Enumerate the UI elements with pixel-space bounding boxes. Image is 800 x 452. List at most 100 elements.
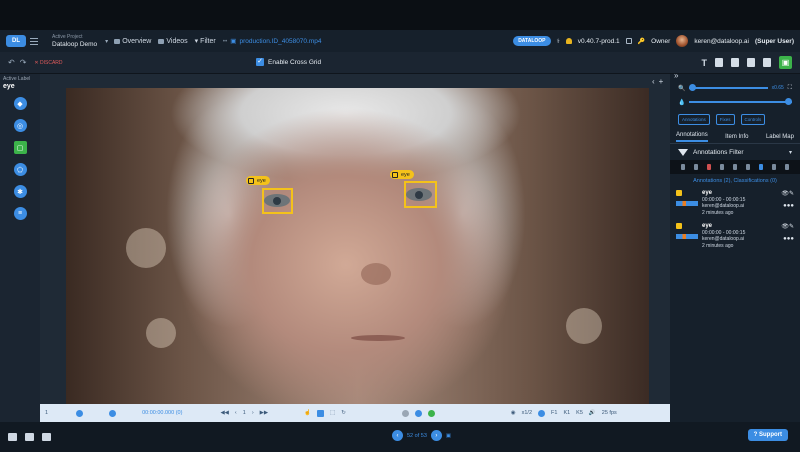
list-tool-icon[interactable]: ≡: [13, 207, 27, 220]
key-f1[interactable]: F1: [551, 410, 557, 416]
chevron-down-icon[interactable]: ▾: [105, 38, 108, 45]
upload-icon[interactable]: [763, 58, 771, 67]
chevron-down-icon[interactable]: ▾: [789, 149, 792, 156]
list-item[interactable]: eye 00:00:00 - 00:00:15 keren@dataloop.a…: [670, 221, 800, 251]
apps-icon[interactable]: [25, 433, 34, 441]
hand-icon[interactable]: ☝: [304, 410, 311, 416]
dataloop-logo[interactable]: DL: [6, 35, 26, 47]
discard-button[interactable]: ✕ DISCARD: [34, 60, 62, 66]
status-icon[interactable]: ●●●: [783, 236, 794, 242]
trash-icon[interactable]: [706, 164, 711, 170]
text-icon[interactable]: T: [702, 58, 708, 68]
annotation-tag-left[interactable]: eye: [246, 176, 270, 185]
bell-icon[interactable]: [565, 38, 572, 44]
cloud-icon[interactable]: [759, 164, 764, 170]
fullscreen-icon[interactable]: ⛶: [788, 85, 792, 92]
stethoscope-icon[interactable]: ⚕: [557, 38, 560, 45]
eye-icon[interactable]: 👁✎: [781, 223, 794, 230]
polygon-tool-icon[interactable]: ⬠: [13, 163, 27, 176]
box-tool-icon[interactable]: ▢: [13, 141, 27, 154]
cross-grid-checkbox[interactable]: ✓: [256, 58, 264, 66]
next-page-button[interactable]: ›: [430, 430, 442, 441]
step-forward-icon[interactable]: ›: [252, 410, 254, 416]
undo-icon[interactable]: ↶: [8, 58, 15, 67]
pen-icon[interactable]: [693, 164, 698, 170]
annotation-box-eye-left[interactable]: [262, 188, 293, 214]
pause-icon[interactable]: [414, 409, 422, 417]
eye-off-icon[interactable]: [785, 164, 790, 170]
key-k5[interactable]: K5: [576, 410, 583, 416]
list-icon[interactable]: [772, 164, 777, 170]
opacity-track[interactable]: [689, 98, 792, 105]
cross-grid-toggle[interactable]: ✓ Enable Cross Grid: [256, 58, 321, 66]
zoom-slider[interactable]: 🔍 x0.65 ⛶: [670, 81, 800, 95]
diamond-icon[interactable]: [401, 409, 409, 417]
opacity-value: x0.65: [771, 85, 784, 91]
redo-icon[interactable]: ↻: [341, 410, 346, 416]
tab-item-info[interactable]: Item Info: [725, 134, 748, 140]
copy-icon[interactable]: [747, 58, 755, 67]
menu-icon[interactable]: [30, 37, 38, 45]
branch-icon[interactable]: [746, 164, 751, 170]
avatar[interactable]: [676, 35, 689, 47]
annotation-box-eye-right[interactable]: [404, 181, 437, 208]
previous-arrow-icon[interactable]: ‹: [652, 77, 655, 86]
video-frame[interactable]: eye eye: [66, 88, 649, 404]
keyframe-icon[interactable]: [538, 409, 546, 417]
zoom-track[interactable]: [689, 84, 768, 91]
opacity-slider[interactable]: 💧: [670, 95, 800, 109]
marker-icon[interactable]: [76, 409, 84, 417]
annotation-mini-icons: [676, 201, 698, 206]
support-button[interactable]: ? Support: [747, 429, 788, 441]
link-icon[interactable]: [680, 164, 685, 170]
org-badge[interactable]: DATALOOP: [513, 36, 551, 46]
expand-icon[interactable]: »: [670, 72, 800, 80]
breadcrumb[interactable]: •• ▣ production.ID_4058070.mp4: [223, 37, 322, 46]
stop-icon[interactable]: [316, 409, 324, 417]
opacity-knob[interactable]: [785, 98, 792, 105]
tab-label-map[interactable]: Label Map: [766, 134, 794, 140]
active-label-value[interactable]: eye: [3, 83, 37, 90]
zoom-knob[interactable]: [689, 84, 697, 91]
nav-overview[interactable]: Overview: [114, 38, 151, 45]
cursor-icon[interactable]: ⬚: [330, 410, 335, 416]
fast-forward-icon[interactable]: ▶▶: [260, 410, 268, 416]
status-icon[interactable]: ●●●: [783, 203, 794, 209]
play-icon[interactable]: [427, 409, 435, 417]
annotations-toggle[interactable]: Annotations: [678, 114, 710, 125]
project-selector[interactable]: Active Project Dataloop Demo: [52, 34, 97, 48]
rewind-icon[interactable]: ◀◀: [220, 410, 228, 416]
key-k1[interactable]: K1: [563, 410, 570, 416]
controls-toggle[interactable]: Controls: [740, 114, 766, 125]
fixes-toggle[interactable]: Fixes: [715, 114, 735, 125]
volume-icon[interactable]: 🔊: [589, 410, 596, 416]
save-button[interactable]: ▣: [779, 56, 792, 69]
list-item[interactable]: eye 00:00:00 - 00:00:15 keren@dataloop.a…: [670, 188, 800, 218]
check-icon[interactable]: [732, 164, 737, 170]
tag-tool-icon[interactable]: ◆: [13, 97, 27, 110]
redo-icon[interactable]: ↷: [20, 58, 27, 67]
nav-filter[interactable]: ▾ Filter: [195, 37, 216, 46]
eye-icon[interactable]: 👁✎: [781, 190, 794, 197]
export-icon[interactable]: [731, 58, 739, 67]
speed-value[interactable]: x1/2: [522, 410, 532, 416]
step-back-icon[interactable]: ‹: [235, 410, 237, 416]
previous-page-button[interactable]: ‹: [392, 430, 403, 441]
tab-annotations[interactable]: Annotations: [676, 132, 708, 142]
user-email[interactable]: keren@dataloop.ai: [694, 38, 749, 45]
chart-icon[interactable]: [8, 433, 17, 441]
nav-videos[interactable]: Videos: [158, 38, 188, 45]
document-icon[interactable]: [625, 38, 632, 44]
bug-tool-icon[interactable]: ✱: [13, 185, 27, 198]
record-icon[interactable]: [109, 409, 117, 417]
target-icon[interactable]: [42, 433, 51, 441]
annotation-tag-right[interactable]: eye: [390, 170, 414, 179]
image-icon[interactable]: ▣: [446, 433, 451, 439]
alert-icon[interactable]: [719, 164, 724, 170]
frame-input[interactable]: 1: [243, 410, 246, 416]
download-icon[interactable]: [715, 58, 723, 67]
annotation-ago: 2 minutes ago: [702, 242, 734, 249]
add-icon[interactable]: +: [659, 77, 664, 86]
annotations-filter[interactable]: Annotations Filter ▾: [670, 144, 800, 160]
point-tool-icon[interactable]: ◎: [13, 119, 27, 132]
